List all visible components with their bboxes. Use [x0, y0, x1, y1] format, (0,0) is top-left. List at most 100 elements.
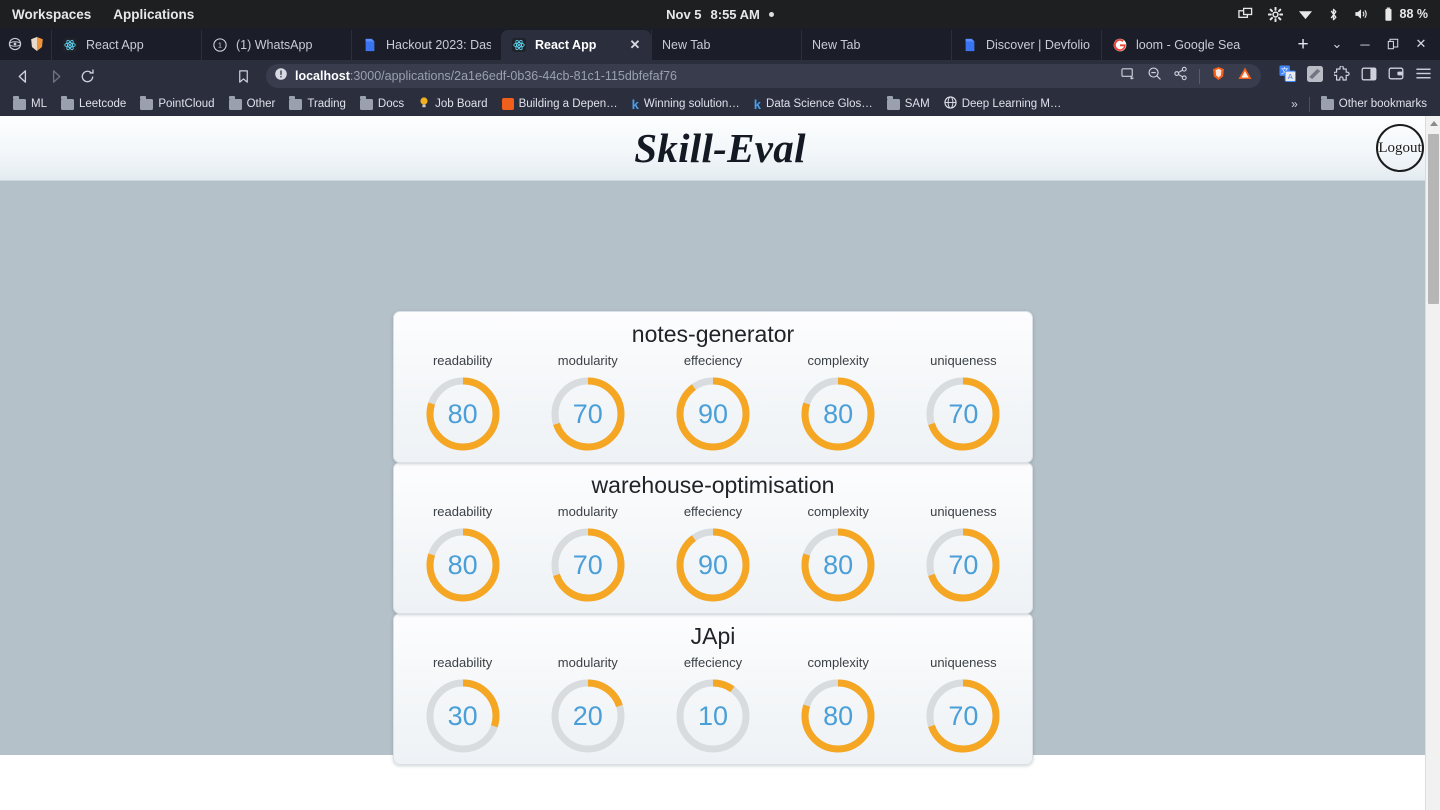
- bookmark-other[interactable]: Other: [222, 96, 283, 112]
- forward-icon[interactable]: [40, 63, 70, 89]
- minimize-icon[interactable]: ─: [1352, 31, 1378, 57]
- gauge-modularity: 70: [548, 374, 628, 454]
- bookmark-icon[interactable]: [228, 63, 258, 89]
- svg-text:1: 1: [218, 43, 222, 50]
- bookmark-data-science-glossary[interactable]: k Data Science Glos…: [747, 95, 880, 114]
- chevron-down-icon[interactable]: ⌄: [1324, 31, 1350, 57]
- folder-icon: [228, 96, 242, 110]
- bookmark-other-bookmarks[interactable]: Other bookmarks: [1314, 96, 1434, 112]
- page-title: Skill-Eval: [634, 125, 806, 171]
- cast-icon[interactable]: [1121, 67, 1136, 86]
- close-icon[interactable]: ✕: [629, 37, 641, 53]
- bookmark-deep-learning[interactable]: Deep Learning M…: [937, 94, 1069, 114]
- wifi-icon[interactable]: [1298, 7, 1313, 21]
- volume-icon[interactable]: [1354, 7, 1369, 21]
- os-menu-applications[interactable]: Applications: [113, 7, 194, 22]
- tab-new-tab-2[interactable]: New Tab: [801, 30, 951, 60]
- menu-icon[interactable]: [1415, 66, 1432, 86]
- tab-whatsapp[interactable]: 1 (1) WhatsApp: [201, 30, 351, 60]
- gauge-value: 10: [697, 700, 728, 731]
- metric-uniqueness: uniqueness 70: [907, 655, 1019, 756]
- extensions-puzzle-icon[interactable]: [1333, 64, 1350, 87]
- metric-effeciency: effeciency 10: [657, 655, 769, 756]
- bookmark-job-board[interactable]: Job Board: [411, 94, 494, 114]
- brave-shields-icon[interactable]: [1211, 66, 1226, 86]
- bookmark-winning-solution[interactable]: k Winning solution…: [625, 95, 747, 114]
- gauge-value: 80: [447, 549, 478, 580]
- grammarly-icon[interactable]: [1307, 65, 1323, 87]
- battery-icon[interactable]: [1384, 7, 1393, 22]
- bookmark-label: Building a Depen…: [518, 98, 618, 110]
- brave-profile-icon[interactable]: [28, 35, 46, 53]
- vertical-tabs-icon[interactable]: [6, 35, 24, 53]
- brave-rewards-icon[interactable]: [1237, 66, 1253, 86]
- tab-list: React App 1 (1) WhatsApp Hackout 2023: D…: [51, 28, 1288, 60]
- tab-new-tab-1[interactable]: New Tab: [651, 30, 801, 60]
- metric-label: readability: [432, 353, 493, 368]
- project-card-notes-generator: notes-generator readability 80 modularit…: [393, 311, 1033, 463]
- os-tray: 88 %: [1237, 6, 1428, 22]
- react-icon: [62, 37, 78, 53]
- address-bar[interactable]: localhost:3000/applications/2a1e6edf-0b3…: [266, 64, 1261, 88]
- metric-uniqueness: uniqueness 70: [907, 353, 1019, 454]
- bookmark-ml[interactable]: ML: [6, 96, 54, 112]
- bluetooth-icon[interactable]: [1328, 7, 1339, 22]
- bookmark-label: ML: [31, 98, 47, 110]
- project-card-warehouse-optimisation: warehouse-optimisation readability 80 mo…: [393, 462, 1033, 614]
- gear-icon[interactable]: [1267, 6, 1283, 22]
- logout-button[interactable]: Logout: [1376, 124, 1424, 172]
- bookmark-label: Deep Learning M…: [961, 98, 1062, 110]
- project-cards: notes-generator readability 80 modularit…: [393, 311, 1033, 765]
- tab-hackout[interactable]: Hackout 2023: Dashb: [351, 30, 501, 60]
- maximize-icon[interactable]: [1380, 31, 1406, 57]
- window-controls: ⌄ ─ ✕: [1318, 28, 1440, 60]
- new-tab-button[interactable]: +: [1288, 30, 1318, 60]
- bulb-icon: [418, 96, 430, 112]
- sidebar-icon[interactable]: [1361, 66, 1377, 87]
- scrollbar-thumb[interactable]: [1428, 134, 1439, 304]
- metric-modularity: modularity 20: [532, 655, 644, 756]
- bookmark-pointcloud[interactable]: PointCloud: [133, 96, 221, 112]
- info-circle-icon[interactable]: [274, 67, 288, 86]
- tab-devfolio[interactable]: Discover | Devfolio: [951, 30, 1101, 60]
- browser-extensions: 文A: [1269, 64, 1432, 87]
- os-clock: Nov 5 8:55 AM: [0, 7, 1440, 22]
- os-menu-workspaces[interactable]: Workspaces: [12, 7, 91, 22]
- google-translate-icon[interactable]: 文A: [1279, 65, 1296, 87]
- google-icon: [1112, 37, 1128, 53]
- bookmark-label: Other bookmarks: [1338, 98, 1427, 110]
- gauge-complexity: 80: [798, 525, 878, 605]
- metric-label: uniqueness: [930, 504, 997, 519]
- orange-square-icon: [501, 98, 514, 110]
- display-icon[interactable]: [1237, 7, 1253, 22]
- wallet-icon[interactable]: [1388, 66, 1404, 86]
- folder-icon: [1320, 96, 1334, 110]
- share-icon[interactable]: [1173, 66, 1188, 86]
- os-date: Nov 5: [666, 6, 702, 22]
- reload-icon[interactable]: [72, 63, 102, 89]
- metric-modularity: modularity 70: [532, 353, 644, 454]
- tab-title: Hackout 2023: Dashb: [386, 38, 491, 52]
- page-viewport: Skill-Eval Logout notes-generator readab…: [0, 116, 1440, 810]
- bookmark-sam[interactable]: SAM: [880, 96, 937, 112]
- metric-label: effeciency: [683, 504, 743, 519]
- address-bar-actions: [1121, 66, 1253, 86]
- tab-react-app-1[interactable]: React App: [51, 30, 201, 60]
- gauge-value: 20: [572, 700, 603, 731]
- scroll-up-icon[interactable]: [1429, 121, 1438, 126]
- bookmark-building-a-dependency[interactable]: Building a Depen…: [495, 96, 625, 112]
- bookmark-leetcode[interactable]: Leetcode: [54, 96, 133, 112]
- gauge-value: 80: [823, 700, 854, 731]
- tab-react-app-active[interactable]: React App ✕: [501, 30, 651, 60]
- bookmark-label: Trading: [307, 98, 346, 110]
- bookmark-docs[interactable]: Docs: [353, 96, 411, 112]
- zoom-out-icon[interactable]: [1147, 66, 1162, 86]
- close-window-icon[interactable]: ✕: [1408, 31, 1434, 57]
- back-icon[interactable]: [8, 63, 38, 89]
- bookmarks-overflow-button[interactable]: »: [1284, 97, 1305, 111]
- page-scrollbar[interactable]: [1425, 116, 1440, 810]
- bookmark-trading[interactable]: Trading: [282, 96, 353, 112]
- gauge-value: 80: [447, 398, 478, 429]
- tab-loom-google-search[interactable]: loom - Google Searc: [1101, 30, 1251, 60]
- metric-label: modularity: [557, 353, 618, 368]
